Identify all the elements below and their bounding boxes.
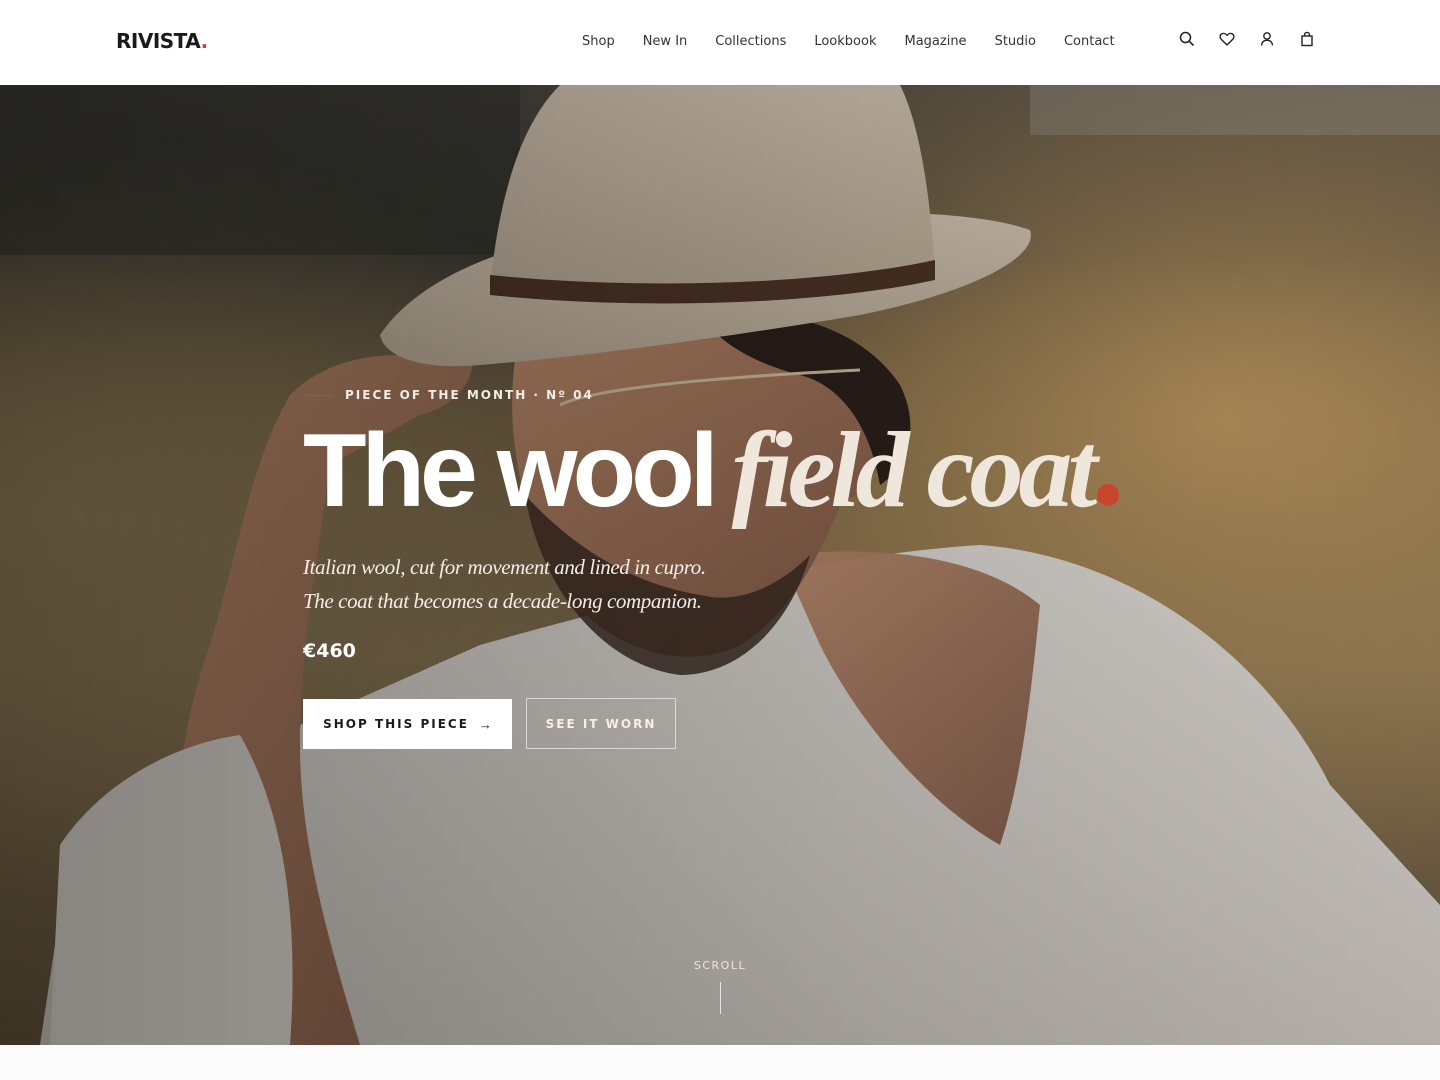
scroll-label: SCROLL [693,959,747,972]
brand-name: RIVISTA [116,29,201,53]
nav-item-magazine[interactable]: Magazine [904,34,966,49]
site-header: RIVISTA. Shop New In Collections Lookboo… [0,0,1440,85]
brand-dot: . [200,29,209,53]
eyebrow-rule [303,394,333,396]
hero-eyebrow: PIECE OF THE MONTH · Nº 04 [303,388,594,402]
header-actions [1178,30,1316,48]
eyebrow-text: PIECE OF THE MONTH · Nº 04 [345,388,594,402]
nav-item-new-in[interactable]: New In [643,34,688,49]
scroll-line [719,982,721,1014]
nav-item-contact[interactable]: Contact [1064,34,1115,49]
nav-item-collections[interactable]: Collections [715,34,786,49]
nav-item-studio[interactable]: Studio [995,34,1036,49]
hero-subtitle: Italian wool, cut for movement and lined… [303,550,823,618]
nav-item-shop[interactable]: Shop [582,34,615,49]
see-it-worn-label: SEE IT WORN [545,716,657,731]
arrow-right-icon: → [478,716,492,732]
shop-this-piece-button[interactable]: SHOP THIS PIECE → [303,699,512,749]
product-price: €460 [303,640,356,662]
headline-accent-dot [1096,484,1119,506]
see-it-worn-button[interactable]: SEE IT WORN [526,698,676,749]
headline-serif: field coat [731,411,1098,530]
next-section-edge [0,1045,1440,1080]
heart-icon[interactable] [1218,30,1236,48]
hero-section: PIECE OF THE MONTH · Nº 04 The wool field… [0,85,1440,1045]
user-icon[interactable] [1258,30,1276,48]
brand-logo[interactable]: RIVISTA. [116,29,208,53]
main-nav: Shop New In Collections Lookbook Magazin… [582,34,1115,49]
hero-headline: The wool field coat [303,417,1119,525]
nav-item-lookbook[interactable]: Lookbook [814,34,876,49]
subtitle-line: The coat that becomes a decade-long comp… [303,589,702,613]
shop-button-label: SHOP THIS PIECE [323,717,469,731]
headline-sans: The wool [303,413,719,529]
scroll-indicator[interactable]: SCROLL [670,959,770,1014]
search-icon[interactable] [1178,30,1196,48]
bag-icon[interactable] [1298,30,1316,48]
subtitle-line: Italian wool, cut for movement and lined… [303,555,706,579]
